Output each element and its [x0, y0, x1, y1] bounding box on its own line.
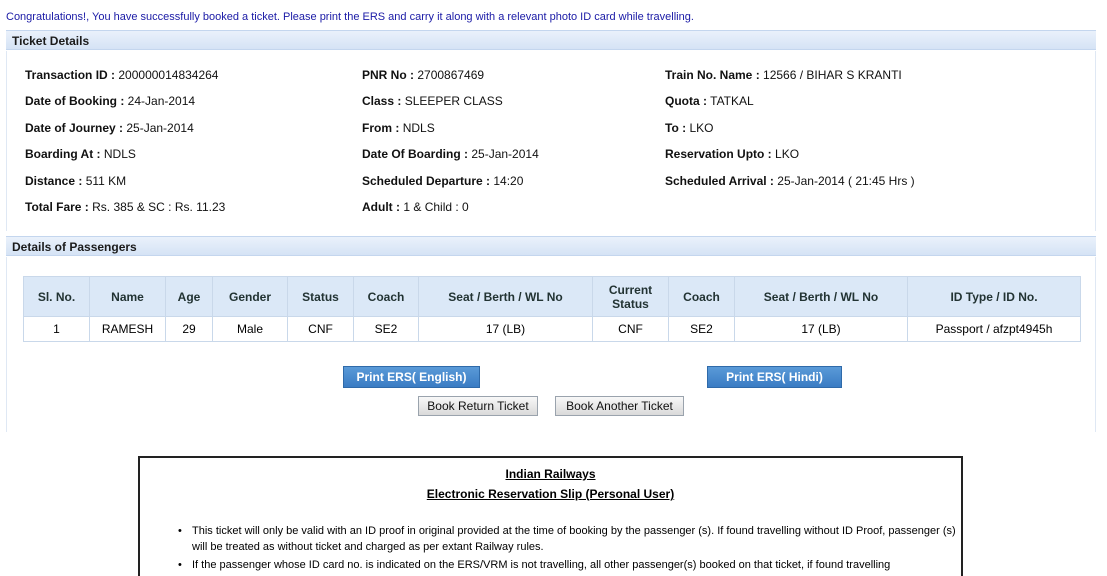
print-ers-hindi-button[interactable]: Print ERS( Hindi) [707, 366, 842, 388]
to-station: To : LKO [665, 121, 714, 135]
ticket-details-header: Ticket Details [6, 30, 1096, 50]
cell-seat: 17 (LB) [418, 316, 593, 342]
col-id-type: ID Type / ID No. [907, 276, 1081, 317]
col-age: Age [165, 276, 213, 317]
cell-current-seat: 17 (LB) [734, 316, 908, 342]
cell-id: Passport / afzpt4945h [907, 316, 1081, 342]
travel-class: Class : SLEEPER CLASS [362, 94, 503, 108]
boarding-station: Boarding At : NDLS [25, 147, 136, 161]
book-another-ticket-button[interactable]: Book Another Ticket [555, 396, 684, 416]
cell-age: 29 [165, 316, 213, 342]
quota: Quota : TATKAL [665, 94, 754, 108]
passengers-table: Sl. No. Name Age Gender Status Coach Sea… [23, 276, 1081, 342]
cell-name: RAMESH [89, 316, 166, 342]
cell-coach: SE2 [353, 316, 419, 342]
cell-current-status: CNF [592, 316, 669, 342]
ers-subtitle: Electronic Reservation Slip (Personal Us… [426, 487, 675, 501]
col-current-seat: Seat / Berth / WL No [734, 276, 908, 317]
cell-current-coach: SE2 [668, 316, 735, 342]
cell-gender: Male [212, 316, 288, 342]
passengers-header: Details of Passengers [6, 236, 1096, 256]
col-seat: Seat / Berth / WL No [418, 276, 593, 317]
passenger-count: Adult : 1 & Child : 0 [362, 200, 469, 214]
boarding-date: Date Of Boarding : 25-Jan-2014 [362, 147, 539, 161]
cell-sl-no: 1 [23, 316, 90, 342]
col-gender: Gender [212, 276, 288, 317]
booking-date: Date of Booking : 24-Jan-2014 [25, 94, 196, 108]
print-ers-english-button[interactable]: Print ERS( English) [343, 366, 480, 388]
col-current-coach: Coach [668, 276, 735, 317]
col-sl-no: Sl. No. [23, 276, 90, 317]
ers-title: Indian Railways [505, 467, 596, 481]
ers-notes: This ticket will only be valid with an I… [176, 524, 956, 576]
col-name: Name [89, 276, 166, 317]
reservation-upto: Reservation Upto : LKO [665, 147, 800, 161]
from-station: From : NDLS [362, 121, 435, 135]
table-row: 1 RAMESH 29 Male CNF SE2 17 (LB) CNF SE2… [23, 316, 1081, 342]
total-fare: Total Fare : Rs. 385 & SC : Rs. 11.23 [25, 200, 226, 214]
cell-status: CNF [287, 316, 354, 342]
pnr-number: PNR No : 2700867469 [362, 68, 485, 82]
train-name: Train No. Name : 12566 / BIHAR S KRANTI [665, 68, 902, 82]
journey-date: Date of Journey : 25-Jan-2014 [25, 121, 194, 135]
passengers-table-header: Sl. No. Name Age Gender Status Coach Sea… [23, 276, 1081, 317]
scheduled-arrival: Scheduled Arrival : 25-Jan-2014 ( 21:45 … [665, 174, 915, 188]
ers-preview: Indian Railways Electronic Reservation S… [138, 456, 963, 576]
transaction-id: Transaction ID : 200000014834264 [25, 68, 219, 82]
distance: Distance : 511 KM [25, 174, 127, 188]
book-return-ticket-button[interactable]: Book Return Ticket [418, 396, 538, 416]
col-status: Status [287, 276, 354, 317]
col-current-status: Current Status [592, 276, 669, 317]
ers-note: If the passenger whose ID card no. is in… [176, 558, 956, 574]
scheduled-departure: Scheduled Departure : 14:20 [362, 174, 524, 188]
success-message: Congratulations!, You have successfully … [6, 11, 694, 23]
ers-note: This ticket will only be valid with an I… [176, 524, 956, 555]
col-coach: Coach [353, 276, 419, 317]
